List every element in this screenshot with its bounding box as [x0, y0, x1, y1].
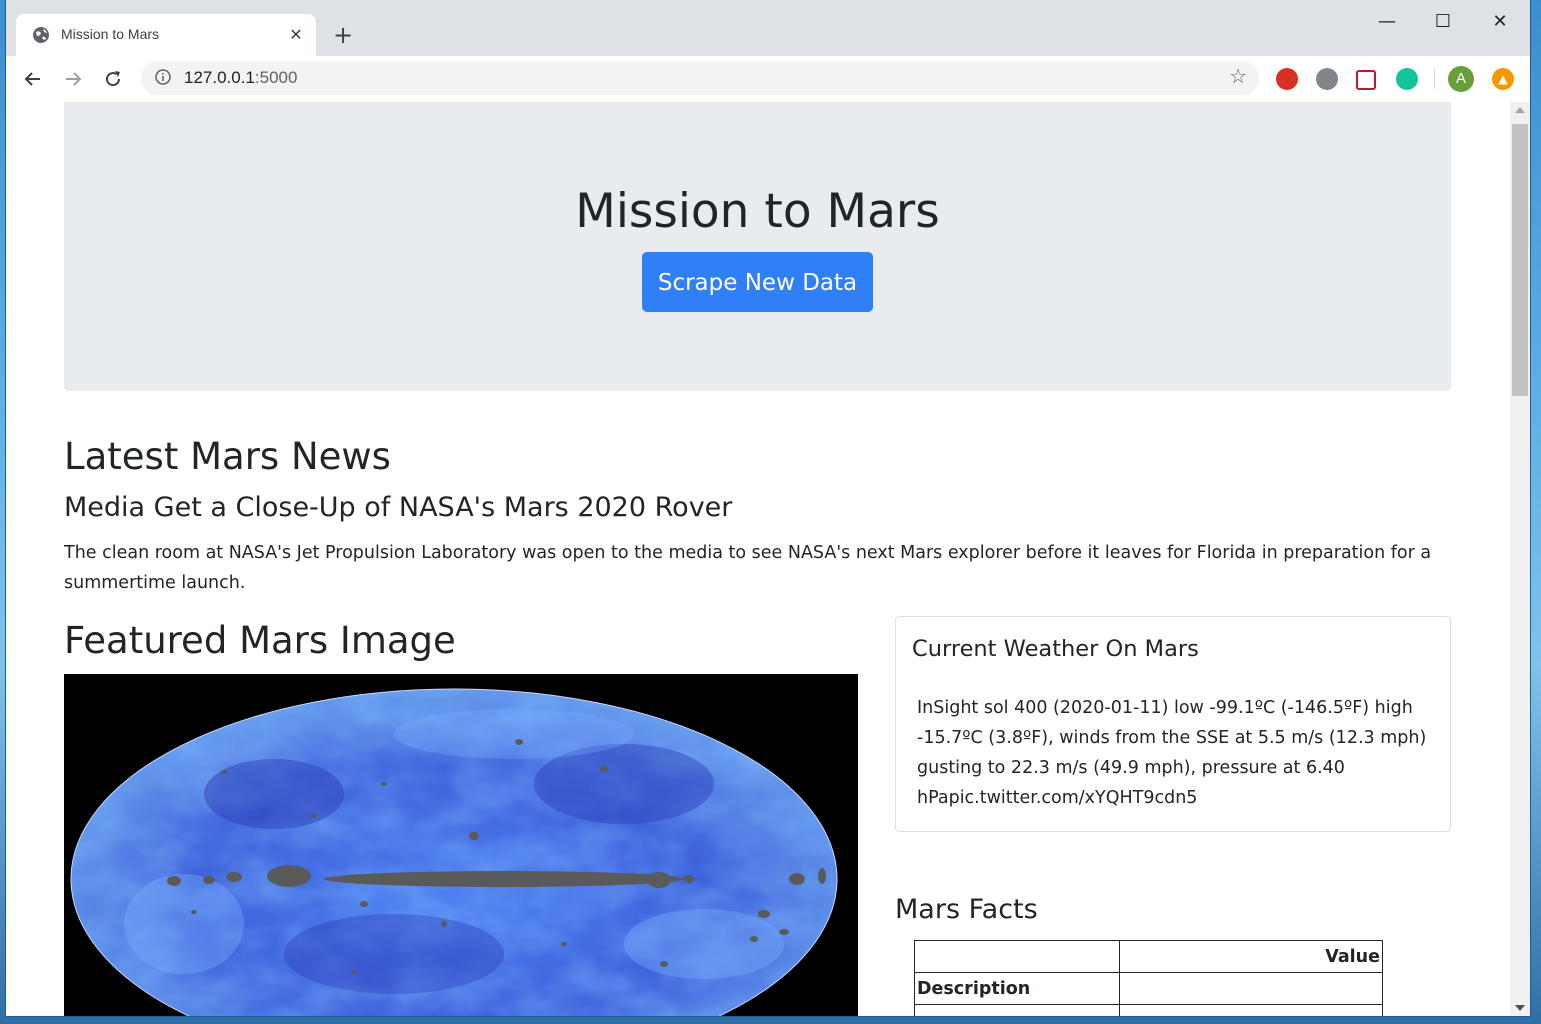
arrow-right-icon	[66, 72, 82, 86]
tab-strip: Mission to Mars ✕ + — ☐ ✕	[6, 0, 1530, 56]
table-header-cell: Value	[1119, 940, 1383, 973]
star-icon[interactable]: ☆	[1229, 64, 1247, 88]
table-row	[914, 1004, 1383, 1016]
table-header-row: Value	[914, 940, 1383, 973]
vertical-scrollbar[interactable]	[1510, 102, 1530, 1016]
maximize-button[interactable]: ☐	[1415, 6, 1471, 38]
featured-image-heading: Featured Mars Image	[64, 619, 456, 662]
reload-icon	[106, 71, 121, 87]
jumbotron: Mission to Mars Scrape New Data	[64, 102, 1451, 391]
arrow-left-icon	[24, 72, 40, 86]
table-row: Description	[914, 972, 1383, 1005]
browser-toolbar: 127.0.0.1:5000 ☆ A ▲	[6, 56, 1530, 103]
address-bar[interactable]: 127.0.0.1:5000 ☆	[141, 61, 1259, 95]
adblock-icon[interactable]	[1276, 68, 1298, 90]
scrape-new-data-button[interactable]: Scrape New Data	[642, 252, 873, 312]
minimize-button[interactable]: —	[1359, 6, 1415, 38]
globe-icon	[33, 27, 49, 43]
update-icon[interactable]: ▲	[1492, 68, 1514, 90]
skype-icon[interactable]	[1316, 68, 1338, 90]
toolbar-separator	[1434, 69, 1435, 89]
tab-mission-to-mars[interactable]: Mission to Mars ✕	[16, 14, 316, 56]
sky-map-image	[70, 688, 838, 1016]
mars-facts-table: Value Description	[914, 940, 1383, 1016]
news-paragraph: The clean room at NASA's Jet Propulsion …	[64, 543, 1432, 593]
close-tab-icon[interactable]: ✕	[286, 25, 306, 45]
table-row-label: Description	[914, 972, 1120, 1005]
profile-avatar[interactable]: A	[1448, 66, 1474, 92]
reload-button[interactable]	[98, 64, 128, 94]
page-title: Mission to Mars	[575, 184, 940, 239]
browser-window: Mission to Mars ✕ + — ☐ ✕ 127.0.0.1:5000…	[6, 0, 1530, 1016]
scroll-up-arrow[interactable]	[1515, 107, 1525, 113]
new-tab-button[interactable]: +	[328, 22, 358, 50]
pocket-icon[interactable]	[1356, 70, 1376, 90]
back-button[interactable]	[18, 64, 48, 94]
tab-title: Mission to Mars	[61, 26, 160, 42]
news-title: Media Get a Close-Up of NASA's Mars 2020…	[64, 492, 733, 523]
mars-facts-heading: Mars Facts	[895, 894, 1038, 925]
table-cell	[1119, 972, 1383, 1005]
scroll-thumb[interactable]	[1512, 124, 1528, 396]
scroll-down-arrow[interactable]	[1515, 1005, 1525, 1011]
grammarly-icon[interactable]	[1396, 68, 1418, 90]
forward-button[interactable]	[58, 64, 88, 94]
info-icon[interactable]	[155, 69, 171, 85]
close-window-button[interactable]: ✕	[1472, 6, 1528, 38]
weather-text: InSight sol 400 (2020-01-11) low -99.1ºC…	[917, 698, 1427, 808]
latest-news-heading: Latest Mars News	[64, 435, 391, 478]
featured-mars-image[interactable]	[64, 674, 858, 1016]
url-text[interactable]: 127.0.0.1:5000	[184, 68, 297, 88]
weather-heading: Current Weather On Mars	[912, 636, 1199, 662]
table-header-cell	[914, 940, 1120, 973]
weather-card: Current Weather On Mars InSight sol 400 …	[895, 616, 1451, 832]
page-viewport: Mission to Mars Scrape New Data Latest M…	[6, 102, 1510, 1016]
